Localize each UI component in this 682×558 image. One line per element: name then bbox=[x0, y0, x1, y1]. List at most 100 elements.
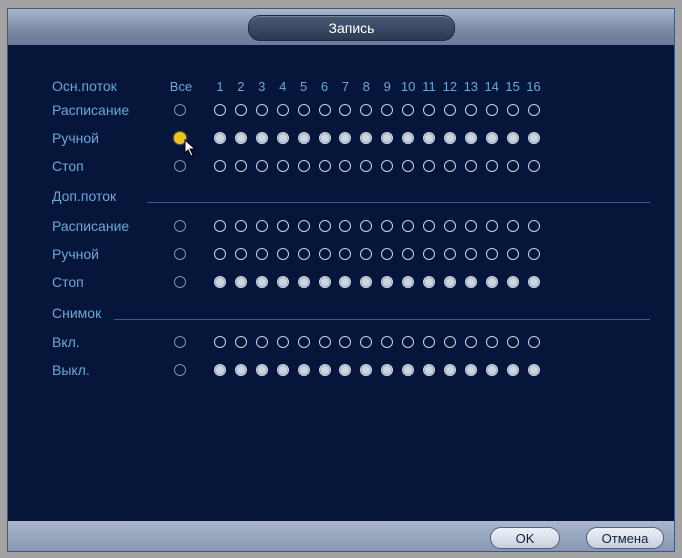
channel-radio-2[interactable] bbox=[234, 220, 247, 232]
channel-radio-5[interactable] bbox=[297, 132, 310, 144]
channel-radio-7[interactable] bbox=[339, 276, 352, 288]
channel-radio-14[interactable] bbox=[485, 248, 498, 260]
channel-radio-11[interactable] bbox=[423, 276, 435, 288]
channel-radio-3[interactable] bbox=[255, 160, 268, 172]
channel-radio-2[interactable] bbox=[234, 132, 247, 144]
channel-radio-4[interactable] bbox=[276, 248, 289, 260]
channel-radio-14[interactable] bbox=[485, 132, 498, 144]
channel-radio-13[interactable] bbox=[464, 336, 477, 348]
channel-radio-12[interactable] bbox=[443, 104, 456, 116]
all-channels-radio[interactable] bbox=[174, 248, 186, 260]
channel-radio-14[interactable] bbox=[485, 276, 498, 288]
channel-radio-11[interactable] bbox=[423, 132, 435, 144]
channel-radio-16[interactable] bbox=[527, 248, 540, 260]
channel-radio-1[interactable] bbox=[214, 276, 226, 288]
channel-radio-14[interactable] bbox=[485, 364, 498, 376]
channel-radio-14[interactable] bbox=[485, 104, 498, 116]
channel-radio-11[interactable] bbox=[423, 220, 435, 232]
channel-radio-16[interactable] bbox=[527, 336, 540, 348]
channel-radio-1[interactable] bbox=[214, 364, 226, 376]
cancel-button[interactable]: Отмена bbox=[586, 527, 664, 549]
channel-radio-1[interactable] bbox=[214, 336, 226, 348]
channel-radio-1[interactable] bbox=[214, 132, 226, 144]
channel-radio-4[interactable] bbox=[276, 364, 289, 376]
channel-radio-12[interactable] bbox=[443, 336, 456, 348]
channel-radio-10[interactable] bbox=[402, 364, 415, 376]
channel-radio-4[interactable] bbox=[276, 336, 289, 348]
channel-radio-12[interactable] bbox=[443, 160, 456, 172]
channel-radio-2[interactable] bbox=[234, 160, 247, 172]
channel-radio-1[interactable] bbox=[214, 248, 226, 260]
channel-radio-2[interactable] bbox=[234, 336, 247, 348]
channel-radio-13[interactable] bbox=[464, 160, 477, 172]
channel-radio-16[interactable] bbox=[527, 104, 540, 116]
channel-radio-9[interactable] bbox=[381, 276, 394, 288]
channel-radio-11[interactable] bbox=[423, 364, 435, 376]
all-channels-radio[interactable] bbox=[174, 160, 186, 172]
channel-radio-7[interactable] bbox=[339, 132, 352, 144]
channel-radio-12[interactable] bbox=[443, 364, 456, 376]
channel-radio-13[interactable] bbox=[464, 364, 477, 376]
channel-radio-3[interactable] bbox=[255, 248, 268, 260]
channel-radio-13[interactable] bbox=[464, 276, 477, 288]
channel-radio-9[interactable] bbox=[381, 336, 394, 348]
channel-radio-7[interactable] bbox=[339, 104, 352, 116]
channel-radio-15[interactable] bbox=[506, 364, 519, 376]
all-channels-radio[interactable] bbox=[174, 276, 186, 288]
channel-radio-11[interactable] bbox=[423, 336, 435, 348]
channel-radio-16[interactable] bbox=[527, 160, 540, 172]
channel-radio-3[interactable] bbox=[255, 336, 268, 348]
channel-radio-11[interactable] bbox=[423, 104, 435, 116]
channel-radio-15[interactable] bbox=[506, 220, 519, 232]
channel-radio-6[interactable] bbox=[318, 132, 331, 144]
channel-radio-8[interactable] bbox=[360, 104, 373, 116]
channel-radio-10[interactable] bbox=[402, 220, 415, 232]
channel-radio-2[interactable] bbox=[234, 276, 247, 288]
channel-radio-3[interactable] bbox=[255, 276, 268, 288]
channel-radio-7[interactable] bbox=[339, 248, 352, 260]
all-channels-radio[interactable] bbox=[174, 364, 186, 376]
channel-radio-16[interactable] bbox=[527, 220, 540, 232]
channel-radio-2[interactable] bbox=[234, 364, 247, 376]
channel-radio-1[interactable] bbox=[214, 160, 226, 172]
channel-radio-8[interactable] bbox=[360, 132, 373, 144]
channel-radio-8[interactable] bbox=[360, 248, 373, 260]
channel-radio-15[interactable] bbox=[506, 276, 519, 288]
channel-radio-16[interactable] bbox=[527, 132, 540, 144]
channel-radio-8[interactable] bbox=[360, 364, 373, 376]
all-channels-radio[interactable] bbox=[174, 220, 186, 232]
channel-radio-16[interactable] bbox=[527, 276, 540, 288]
channel-radio-4[interactable] bbox=[276, 276, 289, 288]
channel-radio-10[interactable] bbox=[402, 160, 415, 172]
channel-radio-10[interactable] bbox=[402, 276, 415, 288]
channel-radio-12[interactable] bbox=[443, 276, 456, 288]
channel-radio-8[interactable] bbox=[360, 160, 373, 172]
channel-radio-15[interactable] bbox=[506, 336, 519, 348]
channel-radio-3[interactable] bbox=[255, 132, 268, 144]
channel-radio-9[interactable] bbox=[381, 364, 394, 376]
channel-radio-13[interactable] bbox=[464, 132, 477, 144]
channel-radio-9[interactable] bbox=[381, 132, 394, 144]
channel-radio-10[interactable] bbox=[402, 336, 415, 348]
channel-radio-11[interactable] bbox=[423, 160, 435, 172]
channel-radio-9[interactable] bbox=[381, 248, 394, 260]
channel-radio-3[interactable] bbox=[255, 364, 268, 376]
channel-radio-10[interactable] bbox=[402, 132, 415, 144]
channel-radio-4[interactable] bbox=[276, 132, 289, 144]
channel-radio-1[interactable] bbox=[214, 220, 226, 232]
channel-radio-15[interactable] bbox=[506, 132, 519, 144]
channel-radio-6[interactable] bbox=[318, 276, 331, 288]
channel-radio-14[interactable] bbox=[485, 336, 498, 348]
channel-radio-13[interactable] bbox=[464, 248, 477, 260]
channel-radio-16[interactable] bbox=[527, 364, 540, 376]
channel-radio-5[interactable] bbox=[297, 336, 310, 348]
channel-radio-7[interactable] bbox=[339, 220, 352, 232]
channel-radio-15[interactable] bbox=[506, 160, 519, 172]
channel-radio-3[interactable] bbox=[255, 220, 268, 232]
channel-radio-5[interactable] bbox=[297, 248, 310, 260]
channel-radio-7[interactable] bbox=[339, 160, 352, 172]
channel-radio-13[interactable] bbox=[464, 104, 477, 116]
channel-radio-14[interactable] bbox=[485, 160, 498, 172]
channel-radio-8[interactable] bbox=[360, 220, 373, 232]
channel-radio-5[interactable] bbox=[297, 364, 310, 376]
